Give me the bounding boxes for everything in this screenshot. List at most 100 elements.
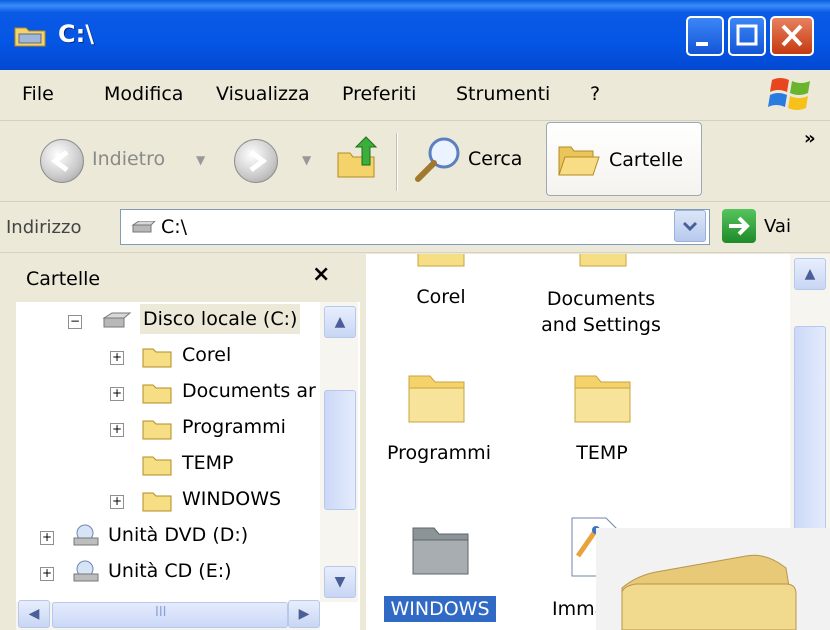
tree-item-disco-locale[interactable]: − Disco locale (C:) xyxy=(16,302,320,338)
file-item-corel[interactable]: Corel xyxy=(406,286,476,308)
toolbar-overflow[interactable]: » xyxy=(804,128,816,149)
tree-item-dvd[interactable]: + Unità DVD (D:) xyxy=(16,518,320,554)
chevron-down-icon xyxy=(682,221,698,232)
forward-dropdown-icon[interactable]: ▼ xyxy=(302,153,311,167)
folder-icon xyxy=(579,254,627,267)
tree-item-label: Disco locale (C:) xyxy=(140,304,301,334)
arrow-right-icon xyxy=(249,150,268,172)
tree-item-label: Programmi xyxy=(182,416,286,438)
folder-icon xyxy=(417,254,465,267)
folders-label: Cartelle xyxy=(609,149,684,171)
address-input[interactable]: C:\ xyxy=(120,209,710,245)
tree-item-temp[interactable]: TEMP xyxy=(16,446,320,482)
toolbar: Indietro ▼ ▼ Cerca » xyxy=(0,121,830,202)
folder-tree-hscrollbar[interactable]: ◀ III ▶ xyxy=(16,600,320,630)
arrow-left-icon xyxy=(50,150,69,172)
file-item-documents[interactable]: Documents and Settings xyxy=(526,286,676,338)
file-item-temp[interactable]: TEMP xyxy=(562,442,642,464)
folder-icon[interactable] xyxy=(410,518,472,578)
tree-item-documents[interactable]: + Documents ar xyxy=(16,374,320,410)
maximize-button[interactable] xyxy=(728,16,766,56)
scroll-up-button[interactable]: ▲ xyxy=(324,306,356,338)
expand-icon[interactable]: + xyxy=(40,531,54,545)
folder-icon xyxy=(142,420,172,440)
expand-icon[interactable]: + xyxy=(110,387,124,401)
arrow-right-icon xyxy=(729,216,750,236)
expand-icon[interactable]: + xyxy=(110,351,124,365)
scroll-up-button[interactable]: ▲ xyxy=(794,258,826,290)
cd-drive-icon xyxy=(73,560,99,582)
close-pane-icon[interactable]: × xyxy=(312,262,330,287)
folder-icon[interactable] xyxy=(572,366,634,426)
folder-icon xyxy=(596,528,830,630)
address-value: C:\ xyxy=(161,216,188,238)
menu-strumenti[interactable]: Strumenti xyxy=(456,83,550,105)
tree-item-label: WINDOWS xyxy=(182,488,282,510)
menu-file[interactable]: File xyxy=(22,83,54,105)
go-button[interactable] xyxy=(722,209,756,243)
drive-icon xyxy=(131,221,156,233)
tree-item-corel[interactable]: + Corel xyxy=(16,338,320,374)
tree-item-label: Unità DVD (D:) xyxy=(108,524,249,546)
folders-pane-header: Cartelle × xyxy=(16,254,360,302)
minimize-icon xyxy=(696,42,708,46)
folder-icon xyxy=(14,27,46,47)
folders-button[interactable]: Cartelle xyxy=(546,122,702,196)
scroll-right-button[interactable]: ▶ xyxy=(288,600,320,628)
folder-icon xyxy=(142,348,172,368)
menu-visualizza[interactable]: Visualizza xyxy=(216,83,310,105)
search-icon[interactable] xyxy=(414,135,464,185)
tree-item-programmi[interactable]: + Programmi xyxy=(16,410,320,446)
folder-tree: − Disco locale (C:) + Corel + Documents … xyxy=(16,302,320,602)
close-icon xyxy=(781,24,803,47)
toolbar-separator xyxy=(396,133,398,191)
address-label: Indirizzo xyxy=(6,217,82,238)
back-label: Indietro xyxy=(92,148,166,170)
tree-item-label: TEMP xyxy=(182,452,234,474)
tree-item-label: Documents ar xyxy=(182,380,316,402)
menu-modifica[interactable]: Modifica xyxy=(104,83,183,105)
scroll-down-button[interactable]: ▼ xyxy=(324,566,356,598)
folders-pane-title: Cartelle xyxy=(26,268,101,290)
hscroll-thumb[interactable]: III xyxy=(52,602,288,628)
drive-icon xyxy=(102,312,132,328)
windows-logo-icon xyxy=(768,78,810,110)
expand-icon[interactable]: + xyxy=(110,495,124,509)
folder-up-icon[interactable] xyxy=(334,135,382,183)
title-bar[interactable]: C:\ xyxy=(0,0,830,70)
folder-icon xyxy=(142,384,172,404)
open-folder-icon xyxy=(558,146,600,176)
grip-icon: III xyxy=(155,605,167,620)
folder-icon xyxy=(142,492,172,512)
forward-button[interactable] xyxy=(234,139,278,183)
expand-icon[interactable]: + xyxy=(110,423,124,437)
folder-tree-scrollbar[interactable]: ▲ ▼ xyxy=(320,302,358,602)
go-label[interactable]: Vai xyxy=(764,216,791,237)
large-folder-icon xyxy=(596,528,830,630)
tree-item-cd[interactable]: + Unità CD (E:) xyxy=(16,554,320,590)
tree-item-label: Unità CD (E:) xyxy=(108,560,232,582)
folder-icon[interactable] xyxy=(406,366,468,426)
minimize-button[interactable] xyxy=(686,16,724,56)
menu-preferiti[interactable]: Preferiti xyxy=(342,83,416,105)
maximize-icon xyxy=(736,24,758,46)
folder-icon xyxy=(142,456,172,476)
collapse-icon[interactable]: − xyxy=(68,315,82,329)
menu-help[interactable]: ? xyxy=(590,83,600,105)
search-label[interactable]: Cerca xyxy=(468,148,522,170)
file-item-programmi[interactable]: Programmi xyxy=(384,442,494,464)
folders-pane: Cartelle × − Disco locale (C:) + Corel +… xyxy=(16,254,360,630)
dvd-drive-icon xyxy=(73,524,99,546)
window-title: C:\ xyxy=(58,20,94,48)
file-item-windows[interactable]: WINDOWS xyxy=(384,596,496,622)
tree-item-windows[interactable]: + WINDOWS xyxy=(16,482,320,518)
expand-icon[interactable]: + xyxy=(40,567,54,581)
address-dropdown-button[interactable] xyxy=(674,210,706,242)
scroll-left-button[interactable]: ◀ xyxy=(18,600,50,628)
menu-bar: File Modifica Visualizza Preferiti Strum… xyxy=(0,70,830,121)
tree-item-label: Corel xyxy=(182,344,232,366)
close-button[interactable] xyxy=(770,16,814,56)
back-dropdown-icon[interactable]: ▼ xyxy=(196,153,205,167)
scroll-thumb[interactable] xyxy=(324,390,356,510)
back-button[interactable] xyxy=(40,139,84,183)
